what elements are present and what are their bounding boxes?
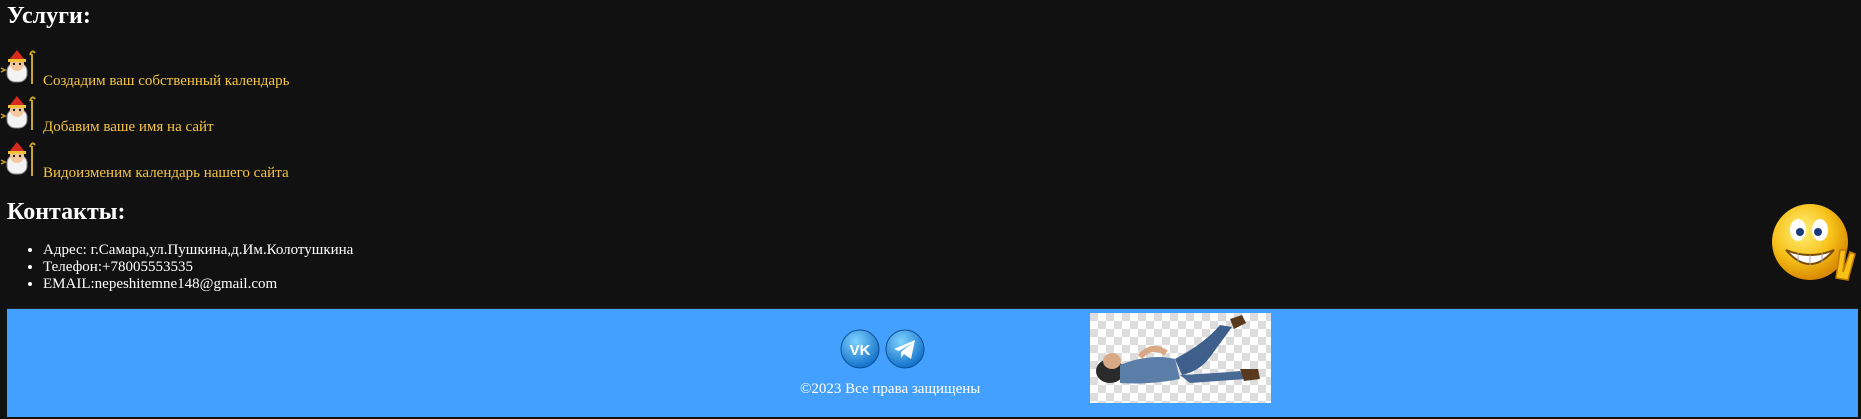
saint-nicholas-icon	[0, 50, 36, 84]
copyright-text: ©2023 Все права защищены	[800, 381, 981, 397]
contacts-list: Адрес: г.Самара,ул.Пушкина,д.Им.Колотушк…	[20, 242, 353, 293]
grinning-smiley-peace-icon	[1772, 204, 1856, 281]
service-label: Видоизменим календарь нашего сайта	[43, 165, 289, 181]
contact-address: Адрес: г.Самара,ул.Пушкина,д.Им.Колотушк…	[43, 242, 353, 259]
contacts-heading: Контакты:	[7, 199, 126, 225]
contact-phone: Телефон:+78005553535	[43, 259, 353, 276]
service-label: Добавим ваше имя на сайт	[43, 119, 214, 135]
service-item: Создадим ваш собственный календарь	[0, 48, 400, 89]
reclining-man-photo	[1090, 313, 1271, 403]
telegram-icon[interactable]	[885, 329, 925, 369]
svg-text:VK: VK	[850, 342, 871, 359]
page: Услуги: Создадим ваш собственный календа…	[0, 0, 1861, 419]
saint-nicholas-icon	[0, 96, 36, 130]
saint-nicholas-icon	[0, 142, 36, 176]
contact-email: EMAIL:nepeshitemne148@gmail.com	[43, 276, 353, 293]
service-item: Добавим ваше имя на сайт	[0, 94, 400, 135]
service-label: Создадим ваш собственный календарь	[43, 73, 290, 89]
service-item: Видоизменим календарь нашего сайта	[0, 140, 400, 181]
services-heading: Услуги:	[7, 3, 91, 29]
footer: VK ©2023 Все права защищены	[7, 308, 1858, 417]
vk-icon[interactable]: VK	[840, 329, 880, 369]
